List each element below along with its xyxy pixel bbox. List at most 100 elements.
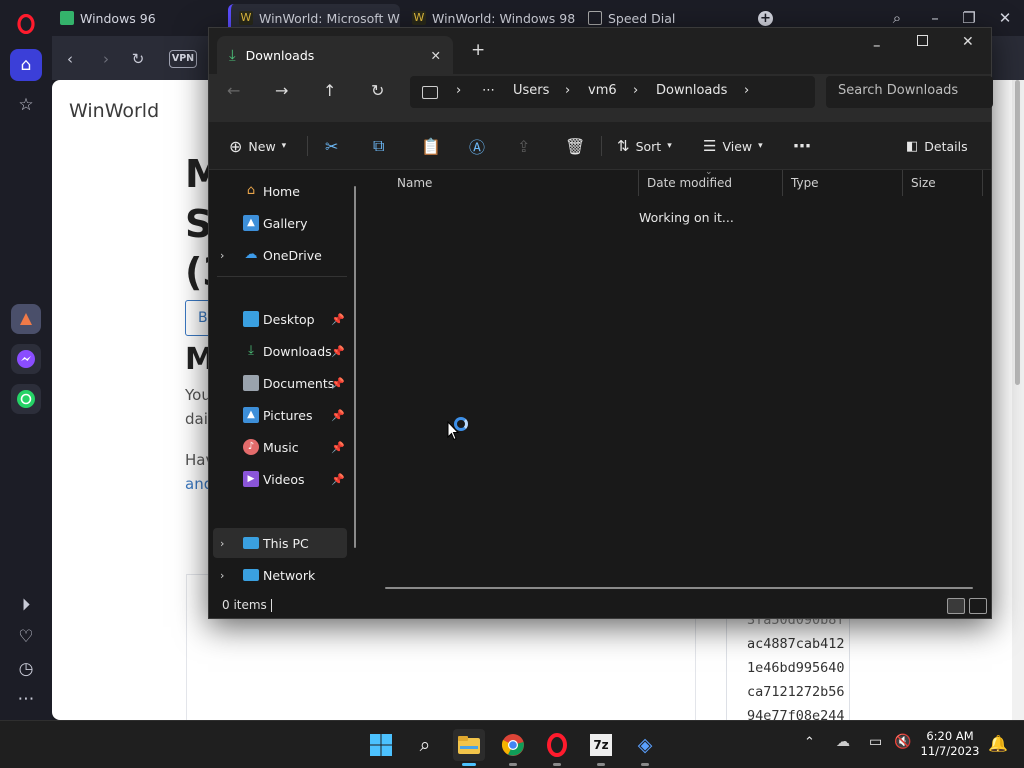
tab-label: WinWorld: Microsoft Wind xyxy=(259,10,400,26)
separator xyxy=(307,136,308,156)
nav-item-home[interactable]: ⌂ Home xyxy=(213,176,347,206)
breadcrumb-item[interactable]: vm6 xyxy=(588,83,617,98)
history-icon[interactable]: ◷ xyxy=(10,653,42,685)
site-title[interactable]: WinWorld xyxy=(69,100,159,122)
vpn-badge[interactable]: VPN xyxy=(169,50,197,68)
forward-arrow-icon[interactable]: → xyxy=(275,81,288,100)
details-view-icon[interactable] xyxy=(947,598,965,614)
up-arrow-icon[interactable]: ↑ xyxy=(323,81,336,100)
sort-button[interactable]: ⇅ Sort ▾ xyxy=(617,134,672,158)
more-crumbs-icon[interactable]: ⋯ xyxy=(482,83,495,98)
more-icon[interactable]: ⋯ xyxy=(10,683,42,715)
onedrive-tray-icon[interactable]: ☁ xyxy=(836,734,850,750)
sort-label: Sort xyxy=(635,138,662,154)
new-tab-plus-icon[interactable]: + xyxy=(758,11,773,26)
chrome-icon[interactable] xyxy=(497,729,529,761)
back-icon[interactable]: ‹ xyxy=(59,48,81,70)
column-header-name[interactable]: Name xyxy=(389,170,639,196)
home-icon[interactable]: ⌂ xyxy=(10,49,42,81)
new-button[interactable]: ⊕ New ▾ xyxy=(229,134,286,158)
tab-label: Speed Dial xyxy=(608,10,676,26)
nav-item-gallery[interactable]: ▲ Gallery xyxy=(213,208,347,238)
player-icon[interactable]: ⏵ xyxy=(10,589,42,621)
scrollbar-thumb[interactable] xyxy=(1015,80,1020,385)
chevron-up-icon[interactable]: ⌃ xyxy=(804,735,815,750)
notification-bell-icon[interactable]: 🔔 xyxy=(988,734,1008,753)
network-tray-icon[interactable]: ▭ xyxy=(869,734,882,750)
cut-icon[interactable]: ✂ xyxy=(325,134,338,158)
vm-tools-icon[interactable]: ◈ xyxy=(629,729,661,761)
share-icon[interactable]: ⇪ xyxy=(517,134,530,158)
paste-icon[interactable]: 📋 xyxy=(421,134,441,158)
7zip-icon[interactable]: 7z xyxy=(585,729,617,761)
clock[interactable]: 6:20 AM 11/7/2023 xyxy=(910,729,990,759)
nav-item-music[interactable]: ♪ Music 📌 xyxy=(213,432,347,462)
sort-icon: ⇅ xyxy=(617,137,630,155)
opera-taskbar-icon[interactable] xyxy=(541,729,573,761)
pin-icon[interactable]: 📌 xyxy=(331,409,345,422)
horizontal-scrollbar[interactable] xyxy=(385,587,973,589)
search-icon[interactable]: ⌕ xyxy=(409,729,441,761)
breadcrumb-item[interactable]: Users xyxy=(513,83,549,98)
copy-icon[interactable]: ⧉ xyxy=(373,134,384,158)
speaker-muted-icon[interactable]: 🔇 xyxy=(894,734,911,750)
messenger-icon[interactable] xyxy=(11,344,41,374)
new-tab-icon[interactable]: + xyxy=(471,40,485,60)
nav-item-network[interactable]: › Network xyxy=(213,560,347,590)
file-explorer-taskbar-icon[interactable] xyxy=(453,729,485,761)
address-field[interactable]: › ⋯ Users › vm6 › Downloads › xyxy=(410,76,815,108)
nav-item-pictures[interactable]: ▲ Pictures 📌 xyxy=(213,400,347,430)
refresh-icon[interactable]: ↻ xyxy=(371,81,384,100)
nav-item-downloads[interactable]: ⤓ Downloads 📌 xyxy=(213,336,347,366)
close-window-icon[interactable]: ✕ xyxy=(962,34,974,50)
nav-item-documents[interactable]: Documents 📌 xyxy=(213,368,347,398)
heart-icon[interactable]: ♡ xyxy=(10,621,42,653)
back-arrow-icon[interactable]: ← xyxy=(227,81,240,100)
pin-icon[interactable]: 📌 xyxy=(331,313,345,326)
nav-item-this-pc[interactable]: › This PC xyxy=(213,528,347,558)
aria-icon[interactable] xyxy=(11,304,41,334)
maximize-icon[interactable] xyxy=(917,35,928,46)
paragraph-fragment: You xyxy=(185,386,211,404)
running-indicator xyxy=(597,763,605,766)
minimize-icon[interactable]: – xyxy=(925,8,945,28)
explorer-tab[interactable]: ⤓ Downloads ✕ xyxy=(217,36,453,74)
nav-scrollbar[interactable] xyxy=(354,186,356,548)
view-icon: ☰ xyxy=(703,137,717,155)
more-options-icon[interactable]: ⋯ xyxy=(793,134,811,158)
opera-logo-icon[interactable] xyxy=(10,8,42,40)
column-header-size[interactable]: Size xyxy=(903,170,983,196)
search-input[interactable]: Search Downloads xyxy=(826,76,993,108)
text-caret xyxy=(271,599,272,612)
close-icon[interactable]: ✕ xyxy=(995,8,1015,28)
nav-item-desktop[interactable]: Desktop 📌 xyxy=(213,304,347,334)
start-windows-icon[interactable] xyxy=(365,729,397,761)
nav-item-onedrive[interactable]: › ☁ OneDrive xyxy=(213,240,347,270)
view-button[interactable]: ☰ View ▾ xyxy=(703,134,763,158)
breadcrumb-item[interactable]: Downloads xyxy=(656,83,727,98)
pin-icon[interactable]: 📌 xyxy=(331,345,345,358)
tiles-view-icon[interactable] xyxy=(969,598,987,614)
nav-label: Home xyxy=(263,183,300,199)
page-scrollbar[interactable] xyxy=(1012,80,1024,720)
forward-icon[interactable]: › xyxy=(95,48,117,70)
pin-icon[interactable]: 📌 xyxy=(331,377,345,390)
rename-icon[interactable]: Ⓐ xyxy=(469,134,485,158)
tab-search-icon[interactable]: ⌕ xyxy=(887,8,907,28)
close-tab-icon[interactable]: ✕ xyxy=(431,48,441,63)
pin-icon[interactable]: 📌 xyxy=(331,441,345,454)
nav-item-videos[interactable]: ▶ Videos 📌 xyxy=(213,464,347,494)
delete-icon[interactable]: 🗑 xyxy=(565,134,585,158)
restore-icon[interactable]: ❐ xyxy=(959,8,979,28)
minimize-icon[interactable]: – xyxy=(873,36,881,54)
star-icon[interactable]: ☆ xyxy=(10,89,42,121)
column-header-type[interactable]: Type xyxy=(783,170,903,196)
whatsapp-icon[interactable] xyxy=(11,384,41,414)
network-icon xyxy=(243,569,259,581)
tab-windows-96[interactable]: Windows 96 xyxy=(52,4,222,32)
details-button[interactable]: ◧ Details xyxy=(906,134,968,158)
home-icon: ⌂ xyxy=(246,183,256,198)
reload-icon[interactable]: ↻ xyxy=(127,48,149,70)
explorer-address-bar: ← → ↑ ↻ › ⋯ Users › vm6 › Downloads › Se… xyxy=(209,74,993,122)
pin-icon[interactable]: 📌 xyxy=(331,473,345,486)
